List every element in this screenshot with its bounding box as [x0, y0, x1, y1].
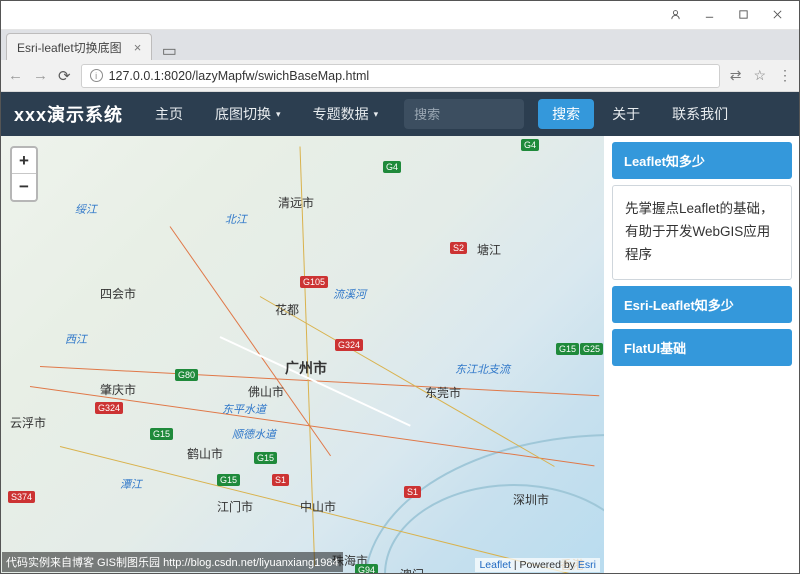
city-label: 肇庆市 [100, 381, 136, 398]
road-badge: G80 [175, 369, 198, 381]
accordion-header-flatui[interactable]: FlatUI基础 [612, 329, 792, 366]
translate-icon[interactable]: ⇄ [730, 67, 742, 84]
city-label: 广州市 [285, 358, 327, 378]
river-label: 北江 [225, 211, 247, 227]
minimize-button[interactable] [692, 4, 726, 26]
map-viewport[interactable]: 绥江 北江 西江 流溪河 东江北支流 东平水道 顺德水道 潭江 广州市 佛山市 … [0, 136, 604, 574]
city-label: 深圳市 [513, 491, 549, 508]
road-badge: G4 [383, 161, 401, 173]
road-badge: G15 [217, 474, 240, 486]
forward-button: → [33, 67, 48, 84]
sidebar: Leaflet知多少 先掌握点Leaflet的基础，有助于开发WebGIS应用程… [604, 136, 800, 574]
esri-link[interactable]: Esri [578, 559, 596, 571]
nav-basemap[interactable]: 底图切换▾ [201, 92, 295, 136]
river-label: 顺德水道 [232, 426, 276, 442]
road-badge: S1 [272, 474, 289, 486]
watermark: 代码实例来自博客 GIS制图乐园 http://blog.csdn.net/li… [2, 552, 343, 572]
browser-tab[interactable]: Esri-leaflet切换底图 × [6, 33, 152, 60]
reload-button[interactable]: ⟳ [58, 67, 71, 85]
river-label: 东江北支流 [455, 361, 510, 377]
tab-title: Esri-leaflet切换底图 [17, 39, 122, 56]
river-label: 绥江 [75, 201, 97, 217]
nav-about[interactable]: 关于 [598, 92, 654, 136]
road-badge: G94 [355, 564, 378, 574]
river-label: 潭江 [120, 476, 142, 492]
city-label: 东莞市 [425, 384, 461, 401]
site-info-icon[interactable]: i [90, 69, 103, 82]
river-label: 西江 [65, 331, 87, 347]
browser-toolbar: ← → ⟳ i 127.0.0.1:8020/lazyMapfw/swichBa… [0, 60, 800, 92]
chevron-down-icon: ▾ [374, 109, 379, 120]
road-badge: G4 [521, 139, 539, 151]
accordion-body-leaflet: 先掌握点Leaflet的基础，有助于开发WebGIS应用程序 [612, 185, 792, 280]
close-button[interactable] [760, 4, 794, 26]
road-badge: S2 [450, 242, 467, 254]
tab-close-icon[interactable]: × [134, 40, 142, 55]
chevron-down-icon: ▾ [276, 109, 281, 120]
road-badge: G324 [95, 402, 123, 414]
maximize-button[interactable] [726, 4, 760, 26]
city-label: 四会市 [100, 285, 136, 302]
search-input[interactable] [404, 99, 524, 129]
leaflet-link[interactable]: Leaflet [479, 559, 511, 571]
nav-home[interactable]: 主页 [141, 92, 197, 136]
menu-icon[interactable]: ⋮ [778, 67, 792, 84]
road-badge: G105 [300, 276, 328, 288]
nav-contact[interactable]: 联系我们 [658, 92, 742, 136]
river-label: 流溪河 [333, 286, 366, 302]
back-button[interactable]: ← [8, 67, 23, 84]
url-text: 127.0.0.1:8020/lazyMapfw/swichBaseMap.ht… [109, 69, 370, 83]
road-badge: S1 [404, 486, 421, 498]
river-label: 东平水道 [222, 401, 266, 417]
watermark-link[interactable]: http://blog.csdn.net/liyuanxiang1984 [163, 557, 339, 569]
content-row: 绥江 北江 西江 流溪河 东江北支流 东平水道 顺德水道 潭江 广州市 佛山市 … [0, 136, 800, 574]
nav-theme[interactable]: 专题数据▾ [299, 92, 393, 136]
user-icon[interactable] [658, 4, 692, 26]
zoom-control: + − [10, 146, 38, 202]
road-badge: S374 [8, 491, 35, 503]
city-label: 澳门 [400, 566, 424, 574]
accordion-header-esri[interactable]: Esri-Leaflet知多少 [612, 286, 792, 323]
city-label: 云浮市 [10, 414, 46, 431]
road-badge: G15 [254, 452, 277, 464]
browser-tabstrip: Esri-leaflet切换底图 × ▭ [0, 30, 800, 60]
city-label: 鹤山市 [187, 445, 223, 462]
road-badge: G15 [556, 343, 579, 355]
city-label: 佛山市 [248, 383, 284, 400]
city-label: 中山市 [300, 498, 336, 515]
app-navbar: xxx演示系统 主页 底图切换▾ 专题数据▾ 搜索 关于 联系我们 [0, 92, 800, 136]
road-badge: G15 [150, 428, 173, 440]
accordion-header-leaflet[interactable]: Leaflet知多少 [612, 142, 792, 179]
zoom-in-button[interactable]: + [12, 148, 36, 174]
city-label: 花都 [275, 301, 299, 318]
city-label: 清远市 [278, 194, 314, 211]
city-label: 江门市 [217, 498, 253, 515]
search-button[interactable]: 搜索 [538, 99, 594, 129]
new-tab-button[interactable]: ▭ [158, 42, 180, 60]
city-label: 塘江 [477, 241, 501, 258]
url-box[interactable]: i 127.0.0.1:8020/lazyMapfw/swichBaseMap.… [81, 64, 720, 88]
road-badge: G25 [580, 343, 603, 355]
brand: xxx演示系统 [14, 101, 123, 127]
zoom-out-button[interactable]: − [12, 174, 36, 200]
bookmark-icon[interactable]: ☆ [753, 67, 766, 84]
road-badge: G324 [335, 339, 363, 351]
map-attribution: Leaflet | Powered by Esri [475, 558, 600, 572]
window-titlebar [0, 0, 800, 30]
